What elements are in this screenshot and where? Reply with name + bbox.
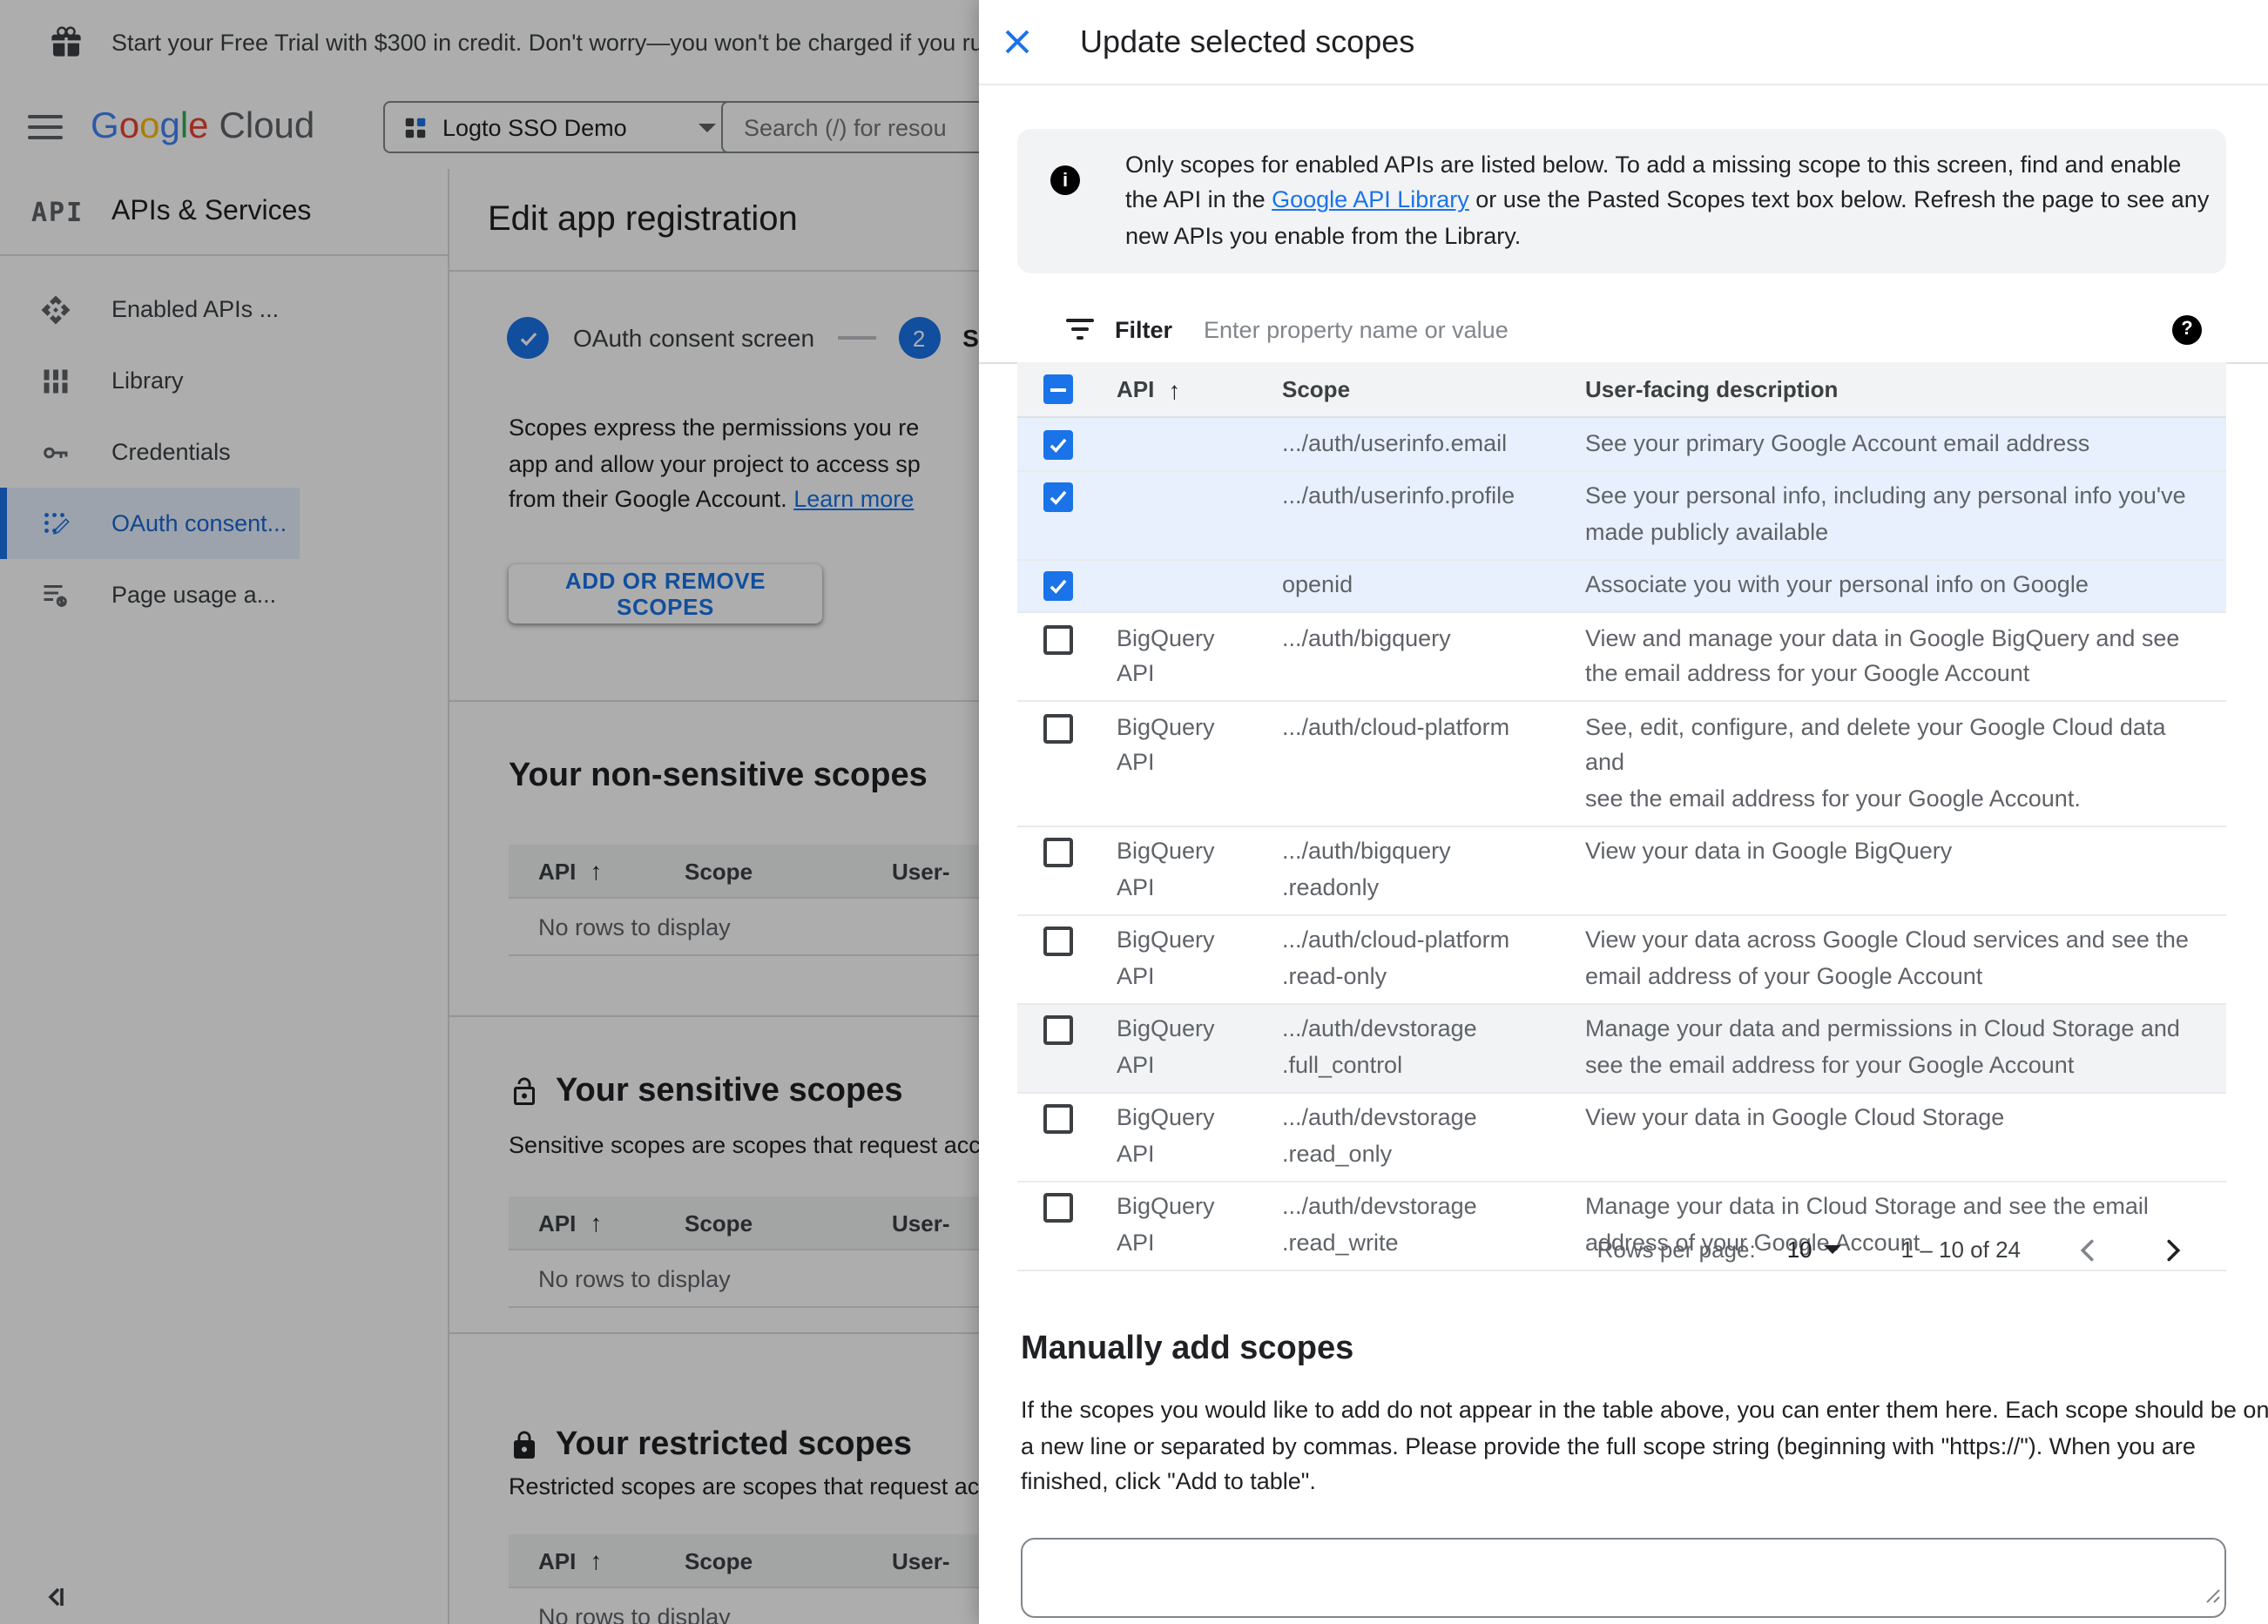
manual-scopes-field xyxy=(1021,1538,2226,1618)
checkbox-unchecked[interactable] xyxy=(1043,927,1073,956)
scope-row[interactable]: BigQuery API .../auth/devstorage .read_only… xyxy=(1017,1093,2226,1182)
checkbox-unchecked[interactable] xyxy=(1043,1104,1073,1134)
scope-cell: .../auth/userinfo.profile xyxy=(1282,482,1515,509)
filter-icon[interactable] xyxy=(1066,319,1094,340)
description-cell: See your primary Google Account email ad… xyxy=(1585,429,2090,455)
scope-row[interactable]: BigQuery API .../auth/cloud-platform .read-… xyxy=(1017,915,2226,1004)
description-cell: View and manage your data in Google BigQ… xyxy=(1585,624,2180,686)
checkbox-unchecked[interactable] xyxy=(1043,624,1073,654)
help-icon[interactable]: ? xyxy=(2172,314,2202,344)
table-header: API ↑ Scope User-facing description xyxy=(1017,362,2226,418)
rows-per-page-select[interactable]: 10 xyxy=(1787,1237,1842,1263)
api-cell: BigQuery API xyxy=(1117,713,1215,775)
info-banner: i Only scopes for enabled APIs are liste… xyxy=(1017,129,2226,274)
description-cell: Associate you with your personal info on… xyxy=(1585,571,2089,597)
modal-scrim[interactable] xyxy=(0,0,979,1624)
checkbox-checked[interactable] xyxy=(1043,571,1073,601)
scope-row[interactable]: .../auth/userinfo.email See your primary … xyxy=(1017,418,2226,471)
description-cell: Manage your data and permissions in Clou… xyxy=(1585,1015,2180,1077)
manually-add-scopes-title: Manually add scopes xyxy=(1021,1331,1354,1367)
manual-scopes-input[interactable] xyxy=(1021,1538,2226,1618)
api-cell: BigQuery API xyxy=(1117,1104,1215,1166)
scope-row[interactable]: openid Associate you with your personal i… xyxy=(1017,560,2226,613)
description-cell: See your personal info, including any pe… xyxy=(1585,482,2186,544)
update-scopes-panel: Update selected scopes i Only scopes for… xyxy=(979,0,2268,1624)
scopes-selection-table: API ↑ Scope User-facing description .../a… xyxy=(1017,362,2226,1270)
checkbox-unchecked[interactable] xyxy=(1043,1015,1073,1045)
api-cell: BigQuery API xyxy=(1117,624,1215,686)
filter-bar: Filter ? xyxy=(979,296,2268,362)
sort-ascending-arrow: ↑ xyxy=(1168,375,1181,403)
rows-per-page-label: Rows per page: xyxy=(1596,1237,1756,1263)
api-column-header[interactable]: API ↑ xyxy=(1117,375,1282,403)
checkbox-checked[interactable] xyxy=(1043,482,1073,512)
description-cell: View your data in Google BigQuery xyxy=(1585,838,1953,864)
chevron-right-icon[interactable] xyxy=(2157,1234,2188,1265)
description-cell: View your data in Google Cloud Storage xyxy=(1585,1104,2005,1130)
scope-cell: .../auth/devstorage .read_only xyxy=(1282,1104,1477,1166)
api-cell: BigQuery API xyxy=(1117,1015,1215,1077)
close-icon[interactable] xyxy=(1000,24,1035,59)
description-cell: See, edit, configure, and delete your Go… xyxy=(1585,713,2166,811)
panel-title: Update selected scopes xyxy=(1080,24,1415,59)
caret-down-icon xyxy=(1824,1245,1842,1254)
scope-cell: .../auth/bigquery .readonly xyxy=(1282,838,1451,900)
pagination-range: 1 – 10 of 24 xyxy=(1900,1237,2021,1263)
google-api-library-link[interactable]: Google API Library xyxy=(1272,187,1469,213)
scope-cell: .../auth/devstorage .full_control xyxy=(1282,1015,1477,1077)
divider xyxy=(979,84,2268,85)
api-cell: BigQuery API xyxy=(1117,927,1215,988)
info-text: Only scopes for enabled APIs are listed … xyxy=(1125,152,2210,249)
scope-row[interactable]: BigQuery API .../auth/devstorage .full_cont… xyxy=(1017,1004,2226,1093)
scope-row[interactable]: BigQuery API .../auth/bigquery View and man… xyxy=(1017,613,2226,702)
google-cloud-console: Start your Free Trial with $300 in credi… xyxy=(0,0,2268,1624)
chevron-left-icon[interactable] xyxy=(2073,1234,2104,1265)
scope-column-header[interactable]: Scope xyxy=(1282,376,1585,402)
scope-cell: .../auth/userinfo.email xyxy=(1282,429,1508,455)
description-cell: View your data across Google Cloud servi… xyxy=(1585,927,2189,988)
scope-row[interactable]: BigQuery API .../auth/cloud-platform See, e… xyxy=(1017,702,2226,826)
manually-add-scopes-description: If the scopes you would like to add do n… xyxy=(1021,1397,2268,1495)
scope-cell: openid xyxy=(1282,571,1353,597)
api-cell: BigQuery API xyxy=(1117,838,1215,900)
scope-row[interactable]: BigQuery API .../auth/bigquery .readonly Vie… xyxy=(1017,826,2226,915)
select-all-checkbox-indeterminate[interactable] xyxy=(1043,374,1073,404)
table-body: .../auth/userinfo.email See your primary … xyxy=(1017,418,2226,1270)
description-column-header[interactable]: User-facing description xyxy=(1585,376,1838,402)
checkbox-checked[interactable] xyxy=(1043,429,1073,459)
scope-cell: .../auth/cloud-platform xyxy=(1282,713,1510,739)
pagination-bar: Rows per page: 10 1 – 10 of 24 xyxy=(1017,1217,2268,1282)
filter-input[interactable] xyxy=(1200,314,2172,344)
checkbox-unchecked[interactable] xyxy=(1043,713,1073,743)
info-icon: i xyxy=(1050,165,1080,195)
scope-cell: .../auth/bigquery xyxy=(1282,624,1451,650)
filter-label: Filter xyxy=(1115,316,1173,342)
checkbox-unchecked[interactable] xyxy=(1043,838,1073,867)
scope-row[interactable]: .../auth/userinfo.profile See your person… xyxy=(1017,471,2226,560)
scope-cell: .../auth/cloud-platform .read-only xyxy=(1282,927,1510,988)
